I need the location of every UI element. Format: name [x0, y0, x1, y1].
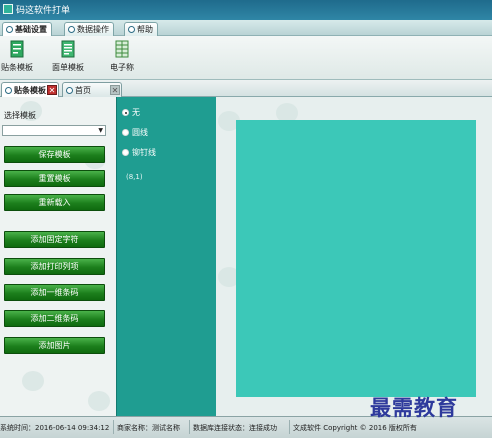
- window-title: 码这软件打单: [16, 6, 71, 16]
- divider: [189, 420, 190, 434]
- radio-checked-icon: [122, 109, 129, 116]
- radio-unchecked-icon: [122, 129, 129, 136]
- save-template-button[interactable]: 保存模板: [4, 146, 105, 163]
- design-area: [216, 97, 492, 416]
- label-template-button[interactable]: 贴条模板: [0, 40, 40, 78]
- document-tab-bar: 贴条模板 ✕ 首页 ✕: [0, 80, 492, 97]
- select-template-label: 选择模板: [4, 111, 36, 120]
- cursor-coordinates: (8,1): [126, 173, 143, 181]
- tab-help[interactable]: 帮助: [124, 22, 158, 36]
- radio-round-line[interactable]: 圆线: [122, 127, 148, 138]
- background-pattern-icon: [88, 391, 110, 411]
- left-panel: 选择模板 ▼ 保存模板 重置模板 重新载入 添加固定字符 添加打印列项 添加一维…: [0, 97, 116, 416]
- tab-data-operations[interactable]: 数据操作: [64, 22, 114, 36]
- copyright: 文成软件 Copyright © 2016 版权所有: [293, 424, 417, 432]
- toolbar-label: 面单模板: [52, 63, 84, 72]
- background-pattern-icon: [22, 371, 44, 391]
- add-barcode-button[interactable]: 添加一维条码: [4, 284, 105, 301]
- divider: [113, 420, 114, 434]
- tab-label: 帮助: [137, 25, 153, 34]
- tab-basic-settings[interactable]: 基础设置: [2, 22, 52, 36]
- app-icon: [3, 4, 13, 14]
- system-time: 系统时间：2016-06-14 09:34:12: [0, 424, 110, 432]
- tab-home[interactable]: 首页 ✕: [62, 82, 122, 97]
- template-select[interactable]: ▼: [2, 125, 106, 136]
- scale-icon: [115, 40, 129, 58]
- close-icon[interactable]: ✕: [47, 85, 57, 95]
- chevron-down-icon: ▼: [98, 127, 103, 134]
- scale-button[interactable]: 电子称: [99, 40, 145, 78]
- shop-name: 商家名称：测试名称: [117, 424, 180, 432]
- tab-label: 数据操作: [77, 25, 109, 34]
- divider: [289, 420, 290, 434]
- tab-label: 贴条模板: [14, 86, 46, 95]
- add-image-button[interactable]: 添加图片: [4, 337, 105, 354]
- menu-tab-bar: 基础设置 数据操作 帮助: [0, 20, 492, 36]
- ribbon-toolbar: 贴条模板 面单模板 电子称: [0, 36, 492, 80]
- tab-bullet-icon: [68, 26, 75, 33]
- add-print-column-button[interactable]: 添加打印列项: [4, 258, 105, 275]
- tab-label: 基础设置: [15, 25, 47, 34]
- template-icon: [10, 40, 24, 58]
- add-fixed-text-button[interactable]: 添加固定字符: [4, 231, 105, 248]
- radio-label: 无: [132, 108, 140, 117]
- add-qrcode-button[interactable]: 添加二维条码: [4, 310, 105, 327]
- reload-button[interactable]: 重新载入: [4, 194, 105, 211]
- radio-none[interactable]: 无: [122, 107, 140, 118]
- toolbar-label: 贴条模板: [1, 63, 33, 72]
- label-canvas[interactable]: [236, 120, 476, 397]
- watermark-text: 最需教育: [370, 395, 458, 420]
- waybill-template-button[interactable]: 面单模板: [45, 40, 91, 78]
- tab-bullet-icon: [128, 26, 135, 33]
- waybill-template-icon: [61, 40, 75, 58]
- radio-label: 圆线: [132, 128, 148, 137]
- reset-template-button[interactable]: 重置模板: [4, 170, 105, 187]
- db-status: 数据库连接状态：连接成功: [193, 424, 277, 432]
- tab-bullet-icon: [6, 26, 13, 33]
- tab-bullet-icon: [66, 87, 73, 94]
- radio-unchecked-icon: [122, 149, 129, 156]
- radio-label: 铆钉线: [132, 148, 156, 157]
- radio-rivet-line[interactable]: 铆钉线: [122, 147, 156, 158]
- close-icon[interactable]: ✕: [110, 85, 120, 95]
- tab-bullet-icon: [5, 87, 12, 94]
- tab-label-template[interactable]: 贴条模板 ✕: [1, 82, 59, 97]
- tab-label: 首页: [75, 86, 91, 95]
- toolbar-label: 电子称: [110, 63, 134, 72]
- line-style-panel: 无 圆线 铆钉线 (8,1): [116, 97, 216, 416]
- title-bar: 码这软件打单: [0, 0, 492, 20]
